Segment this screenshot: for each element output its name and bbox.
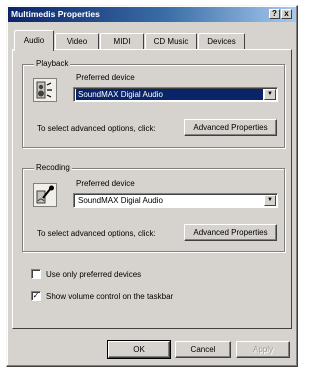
checkmark-icon: ✓ bbox=[32, 291, 40, 300]
apply-button[interactable]: Apply bbox=[236, 341, 290, 358]
tab-midi[interactable]: MIDI bbox=[100, 33, 144, 50]
recording-device-dropdown[interactable]: SoundMAX Digial Audio ▼ bbox=[73, 193, 278, 208]
tab-cd-music[interactable]: CD Music bbox=[145, 33, 197, 50]
chevron-down-icon[interactable]: ▼ bbox=[264, 195, 276, 206]
cancel-button[interactable]: Cancel bbox=[175, 341, 231, 358]
close-button[interactable]: x bbox=[281, 9, 292, 19]
help-button[interactable]: ? bbox=[269, 9, 280, 19]
playback-advanced-properties-button[interactable]: Advanced Properties bbox=[184, 119, 277, 136]
use-only-preferred-checkbox[interactable] bbox=[31, 269, 41, 279]
recording-device-label: Preferred device bbox=[76, 179, 135, 188]
chevron-down-icon[interactable]: ▼ bbox=[264, 89, 276, 100]
playback-device-label: Preferred device bbox=[76, 73, 135, 82]
tab-audio[interactable]: Audio bbox=[14, 30, 54, 51]
playback-device-dropdown[interactable]: SoundMAX Digial Audio ▼ bbox=[73, 87, 278, 102]
show-volume-control-checkbox[interactable]: ✓ bbox=[31, 291, 41, 301]
tab-devices[interactable]: Devices bbox=[198, 33, 245, 50]
show-volume-control-label[interactable]: Show volume control on the taskbar bbox=[46, 292, 173, 302]
playback-device-value: SoundMAX Digial Audio bbox=[76, 89, 263, 100]
recording-group-label: Recoding bbox=[34, 163, 72, 173]
window-title: Multimedis Properties bbox=[11, 9, 100, 19]
playback-group-label: Playback bbox=[34, 59, 71, 69]
tab-video[interactable]: Video bbox=[55, 33, 99, 50]
microphone-icon bbox=[33, 183, 57, 207]
playback-advanced-prompt: To select advanced options, click: bbox=[37, 124, 156, 133]
speaker-icon bbox=[33, 78, 57, 102]
recording-advanced-properties-button[interactable]: Advanced Properties bbox=[184, 224, 277, 241]
ok-button[interactable]: OK bbox=[107, 340, 171, 359]
recording-advanced-prompt: To select advanced options, click: bbox=[37, 229, 156, 238]
recording-device-value: SoundMAX Digial Audio bbox=[78, 196, 163, 205]
use-only-preferred-label[interactable]: Use only preferred devices bbox=[46, 270, 141, 280]
